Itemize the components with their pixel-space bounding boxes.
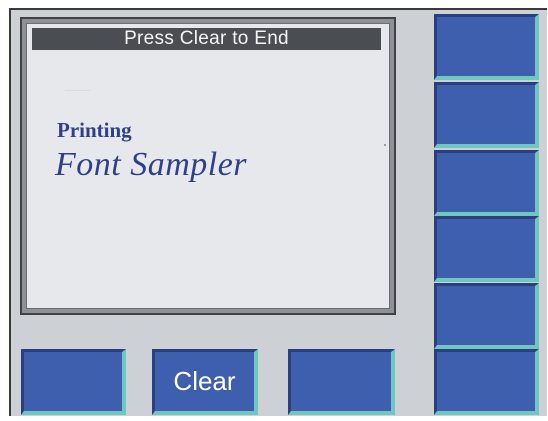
side-key-3[interactable] — [434, 150, 539, 216]
display-screen: Press Clear to End Printing Font Sampler — [20, 17, 396, 315]
bottom-key-1[interactable] — [21, 349, 126, 415]
status-text-printing: Printing — [57, 118, 132, 142]
side-key-6[interactable] — [434, 349, 539, 415]
display-artifact — [65, 90, 91, 91]
side-key-5[interactable] — [434, 283, 539, 349]
side-key-1[interactable] — [434, 14, 539, 80]
side-key-4[interactable] — [434, 216, 539, 282]
bottom-key-3[interactable] — [288, 349, 395, 415]
clear-button[interactable]: Clear — [152, 349, 258, 415]
display-area: Press Clear to End Printing Font Sampler — [26, 23, 390, 309]
side-key-2[interactable] — [434, 82, 539, 148]
display-artifact-dot — [384, 144, 386, 146]
display-title-bar: Press Clear to End — [32, 28, 381, 50]
status-text-font-sampler: Font Sampler — [55, 146, 248, 183]
